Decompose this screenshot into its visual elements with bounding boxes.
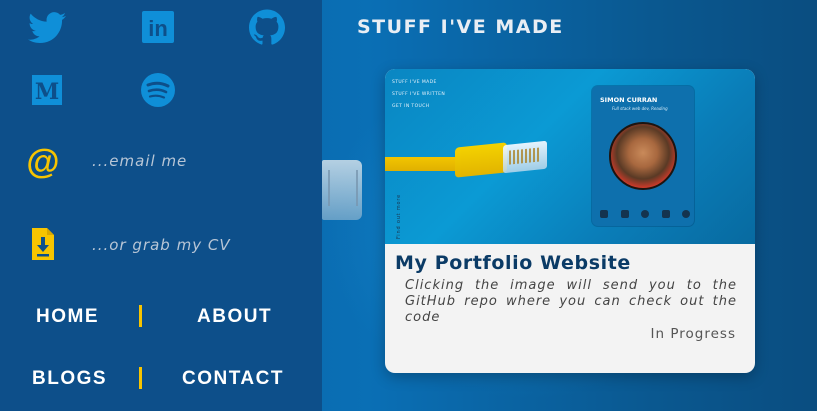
svg-text:M: M [35,79,59,105]
email-link[interactable]: @ [26,143,60,184]
cv-label[interactable]: ...or grab my CV [92,236,231,254]
linkedin-icon: in [142,11,174,43]
project-thumbnail-link[interactable]: STUFF I'VE MADE STUFF I'VE WRITTEN GET I… [385,69,755,244]
thumbnail-profile-name: SIMON CURRAN [600,96,658,104]
cable-connector [503,140,547,174]
project-description: Clicking the image will send you to the … [405,278,737,325]
thumbnail-profile-subtitle: Full stack web dev, Reading [612,106,668,111]
section-title: STUFF I'VE MADE [357,16,564,38]
nav-contact[interactable]: CONTACT [182,368,284,390]
medium-link[interactable]: M [27,70,67,110]
linkedin-icon [620,210,629,218]
avatar [609,122,677,190]
project-card: STUFF I'VE MADE STUFF I'VE WRITTEN GET I… [385,69,755,373]
github-icon [641,210,649,218]
thumbnail-social-icons [600,210,690,218]
spotify-icon [141,73,175,107]
svg-text:@: @ [26,144,59,180]
background-cable-plug [322,160,362,220]
cable-plug-boot [455,142,507,178]
nav-divider [139,305,142,327]
thumbnail-profile-card: SIMON CURRAN Full stack web dev, Reading [592,86,694,226]
nav-about[interactable]: ABOUT [197,306,272,328]
spotify-link[interactable] [138,70,178,110]
medium-icon [661,210,670,218]
linkedin-link[interactable]: in [138,7,178,47]
nav-blogs[interactable]: BLOGS [32,368,107,390]
svg-text:in: in [148,16,168,41]
cv-download-link[interactable] [30,227,56,265]
sidebar: in M @ ...email me ...or grab my CV HOME… [0,0,322,411]
twitter-icon [600,210,608,218]
project-title: My Portfolio Website [395,252,631,274]
github-icon [249,9,285,45]
thumbnail-nav-item: STUFF I'VE WRITTEN [392,92,446,97]
thumbnail-vertical-text: Find out more [396,194,402,239]
twitter-icon [28,12,66,44]
spotify-icon [682,210,690,218]
medium-icon: M [32,75,62,105]
nav-home[interactable]: HOME [36,306,99,328]
twitter-link[interactable] [27,8,67,48]
nav-divider [139,367,142,389]
thumbnail-nav-item: GET IN TOUCH [392,104,430,109]
github-link[interactable] [247,7,287,47]
file-download-icon [32,228,54,260]
at-sign-icon: @ [26,143,59,181]
status-badge: In Progress [650,326,736,342]
email-label[interactable]: ...email me [92,152,187,170]
thumbnail-nav-item: STUFF I'VE MADE [392,80,437,85]
